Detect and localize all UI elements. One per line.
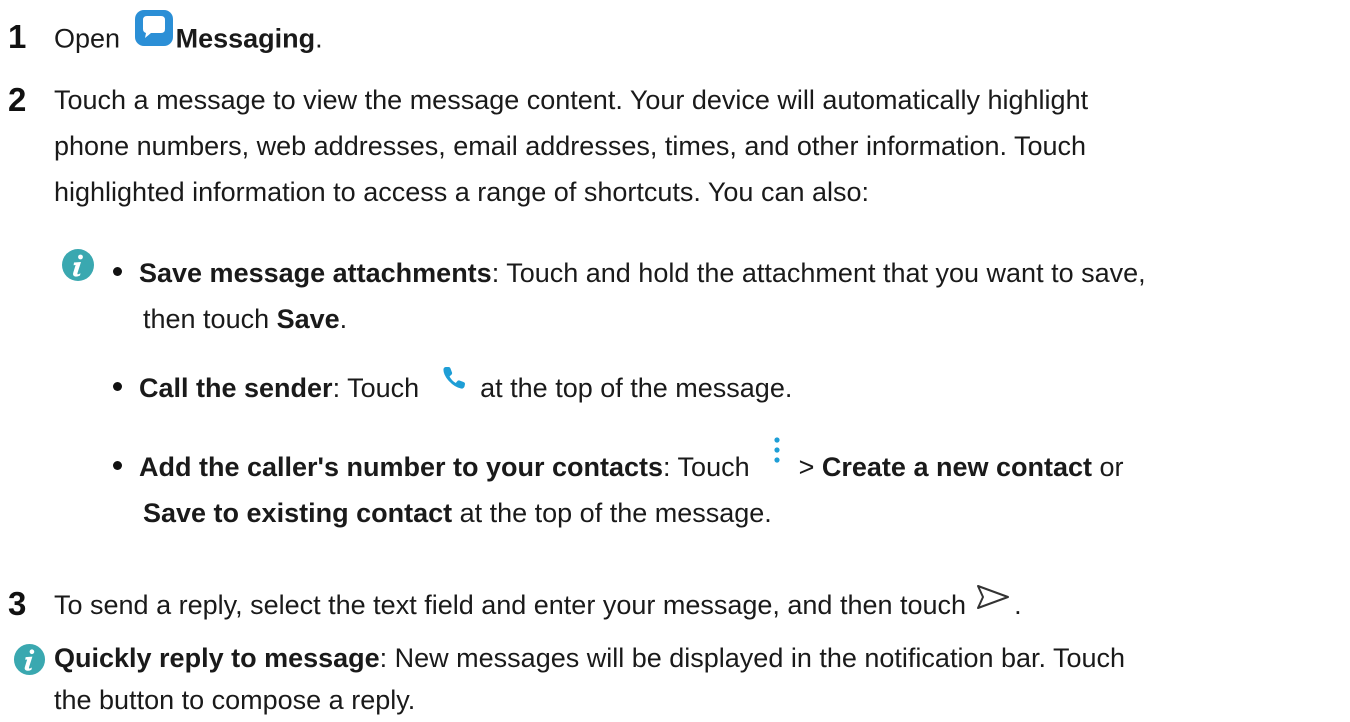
info-icon <box>13 643 46 681</box>
step-2-line-3: highlighted information to access a rang… <box>54 177 870 207</box>
bullet-3-or: or <box>1091 452 1124 482</box>
step-2-line-2: phone numbers, web addresses, email addr… <box>54 131 1087 161</box>
bullet-2-text-before: : Touch <box>332 373 427 403</box>
save-label: Save <box>276 304 340 334</box>
save-existing-contact-label: Save to existing contact <box>143 498 453 528</box>
send-icon <box>976 579 1010 623</box>
step-2-line-1: Touch a message to view the message cont… <box>54 85 1089 115</box>
bullet-save-attachments: Save message attachments: Touch and hold… <box>113 251 1146 295</box>
step-3-text-after: . <box>1014 590 1022 620</box>
step-1-open: Open <box>54 23 121 54</box>
step-3-text: To send a reply, select the text field a… <box>54 583 1022 629</box>
phone-icon <box>441 360 467 404</box>
bullet-1-end: . <box>339 304 348 334</box>
step-number-3: 3 <box>8 585 27 622</box>
bullet-1-text-2: then touch <box>143 304 277 334</box>
bullet-call-sender: Call the sender: Touch at the top of the… <box>113 366 792 412</box>
bullet-add-contact-line-2: Save to existing contact at the top of t… <box>143 491 772 535</box>
step-3-text-before: To send a reply, select the text field a… <box>54 590 967 620</box>
note-title: Quickly reply to message <box>54 643 380 673</box>
bullet-dot <box>113 267 122 277</box>
bullet-1-title: Save message attachments <box>139 258 492 288</box>
create-new-contact-label: Create a new contact <box>821 452 1092 482</box>
bullet-dot <box>113 382 122 392</box>
messaging-app-icon <box>134 9 174 60</box>
step-number-1: 1 <box>8 18 27 55</box>
bullet-3-title: Add the caller's number to your contacts <box>139 452 664 482</box>
messaging-app-name: Messaging <box>175 23 316 54</box>
note-text-1: : New messages will be displayed in the … <box>379 643 1126 673</box>
bullet-1-text: : Touch and hold the attachment that you… <box>491 258 1146 288</box>
note-line-1: Quickly reply to message: New messages w… <box>54 636 1125 680</box>
bullet-3-gt: > <box>791 452 822 482</box>
more-icon <box>773 435 781 479</box>
info-icon <box>61 248 95 287</box>
bullet-2-title: Call the sender <box>139 373 333 403</box>
step-1-period: . <box>315 23 323 54</box>
bullet-add-contact: Add the caller's number to your contacts… <box>113 437 1124 491</box>
bullet-3-text-before: : Touch <box>663 452 758 482</box>
bullet-3-end: at the top of the message. <box>452 498 772 528</box>
step-number-2: 2 <box>8 81 27 118</box>
bullet-dot <box>113 461 122 471</box>
bullet-save-attachments-line-2: then touch Save. <box>143 297 347 341</box>
bullet-2-text-after: at the top of the message. <box>472 373 793 403</box>
step-1-text: Open Messaging. <box>54 10 323 66</box>
note-line-2: the button to compose a reply. <box>54 685 416 715</box>
